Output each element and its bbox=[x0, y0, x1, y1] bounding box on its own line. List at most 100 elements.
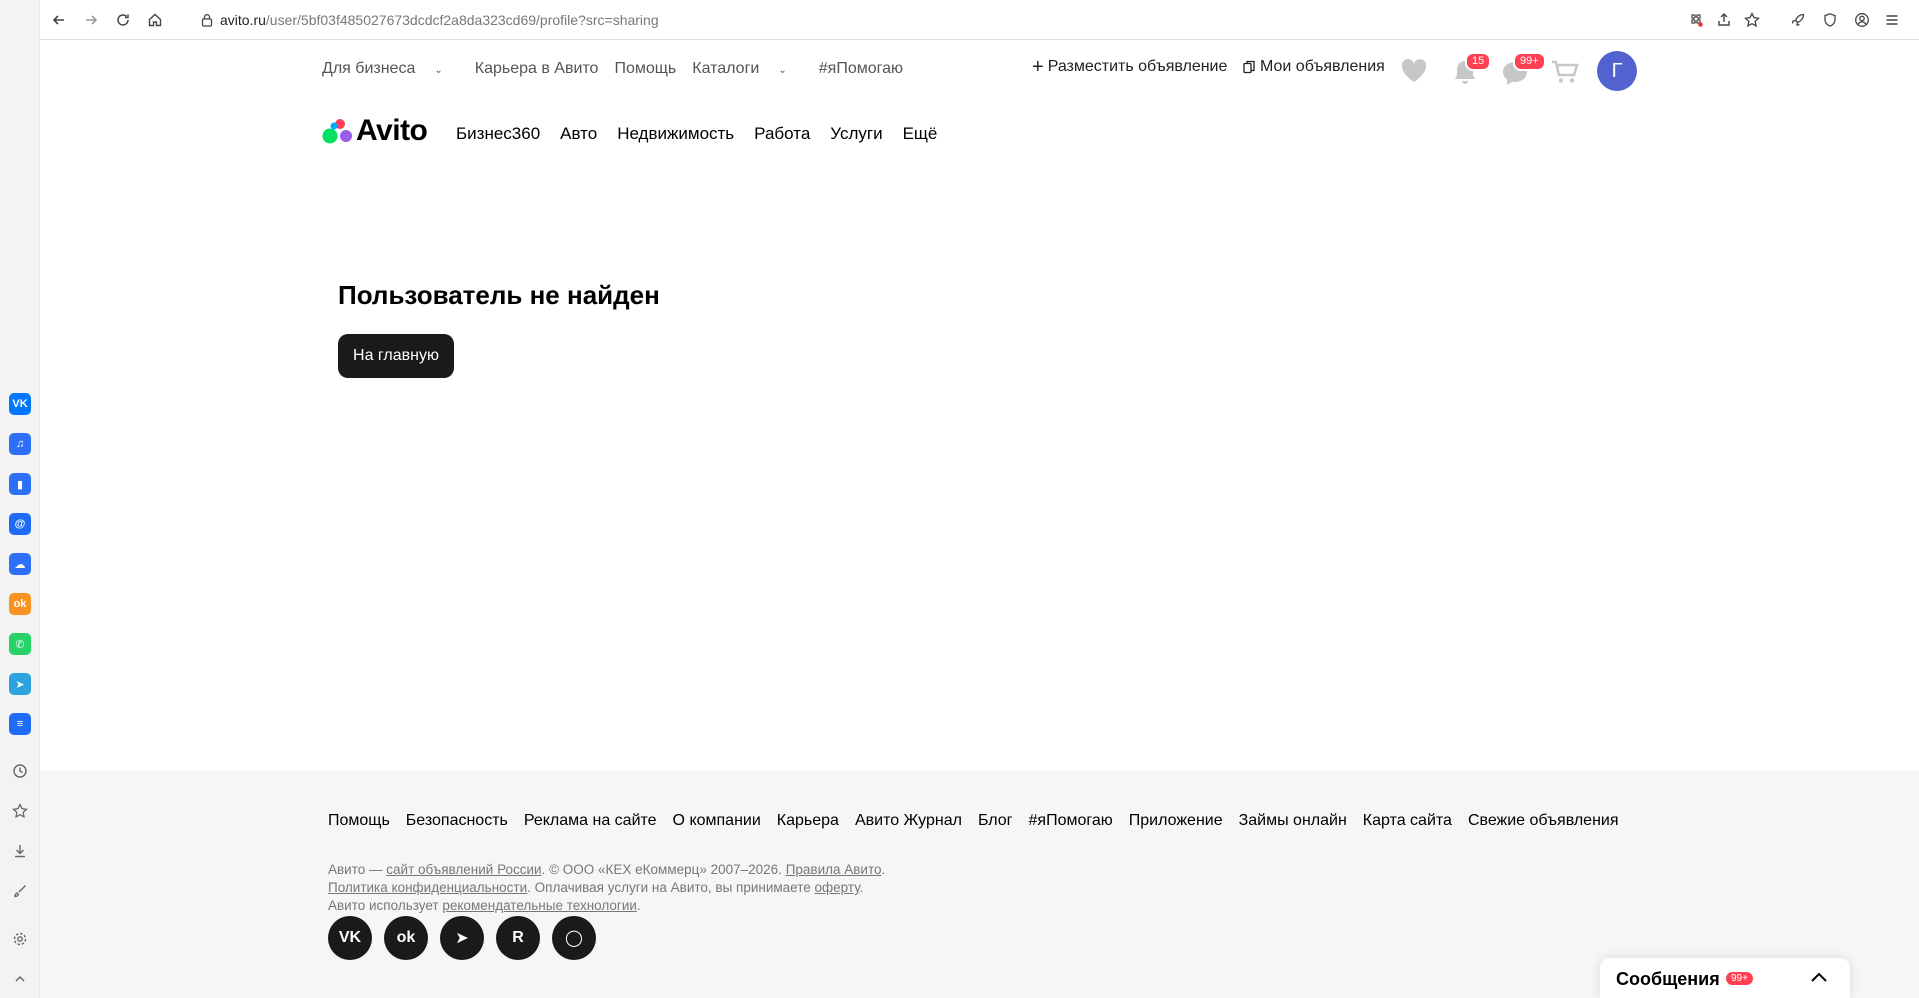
bookmarks-star-icon[interactable] bbox=[10, 801, 30, 821]
user-avatar[interactable]: Г bbox=[1597, 51, 1637, 91]
downloads-icon[interactable] bbox=[10, 841, 30, 861]
page-title: Пользователь не найден bbox=[338, 280, 660, 310]
lock-icon bbox=[200, 13, 214, 27]
footer-link-sitemap[interactable]: Карта сайта bbox=[1363, 812, 1452, 830]
social-rutube-icon[interactable]: R bbox=[496, 916, 540, 960]
music-app-icon[interactable]: ♫ bbox=[9, 433, 31, 455]
footer-link-fresh-ads[interactable]: Свежие объявления bbox=[1468, 812, 1619, 830]
topnav-for-business[interactable]: Для бизнеса ⌄ bbox=[322, 60, 459, 78]
shield-icon[interactable] bbox=[1820, 10, 1840, 30]
avito-dots-logo-icon bbox=[322, 119, 352, 144]
avito-logo[interactable]: Avito bbox=[322, 114, 428, 148]
footer-text: Авито использует bbox=[328, 898, 443, 913]
footer-link-ya-pomogayu[interactable]: #яПомогаю bbox=[1029, 812, 1113, 830]
extension-icon[interactable] bbox=[1686, 10, 1706, 30]
vk-app-label: VK bbox=[12, 398, 28, 410]
whatsapp-app-label: ✆ bbox=[15, 638, 25, 651]
footer-link-help[interactable]: Помощь bbox=[328, 812, 390, 830]
footer-link-career[interactable]: Карьера bbox=[777, 812, 839, 830]
category-nav: Бизнес360 Авто Недвижимость Работа Услуг… bbox=[456, 124, 957, 144]
footer-legal-line-1: Авито — сайт объявлений России. © ООО «К… bbox=[328, 862, 885, 877]
messages-bubble-icon[interactable]: 99+ bbox=[1501, 52, 1546, 91]
whatsapp-app-icon[interactable]: ✆ bbox=[9, 633, 31, 655]
footer-link-rules[interactable]: Правила Авито bbox=[786, 862, 882, 877]
back-arrow-icon[interactable] bbox=[49, 10, 69, 30]
notifications-badge: 15 bbox=[1465, 52, 1492, 71]
stats-app-icon[interactable]: ▮ bbox=[9, 473, 31, 495]
category-biznes360[interactable]: Бизнес360 bbox=[456, 124, 540, 144]
footer-link-recommendations[interactable]: рекомендательные технологии bbox=[442, 898, 637, 913]
social-telegram-label: ➤ bbox=[455, 930, 469, 947]
my-ads-link[interactable]: Мои объявления bbox=[1243, 58, 1385, 76]
footer-link-app[interactable]: Приложение bbox=[1129, 812, 1223, 830]
favorites-heart-icon[interactable] bbox=[1400, 58, 1428, 89]
footer-link-classifieds[interactable]: сайт объявлений России bbox=[386, 862, 541, 877]
plus-icon: + bbox=[1032, 56, 1044, 78]
mail-app-label: @ bbox=[14, 518, 26, 530]
brush-icon[interactable] bbox=[10, 881, 30, 901]
topnav-catalogs[interactable]: Каталоги ⌄ bbox=[692, 60, 803, 78]
settings-gear-icon[interactable] bbox=[10, 929, 30, 949]
category-jobs[interactable]: Работа bbox=[754, 124, 810, 144]
forward-arrow-icon[interactable] bbox=[81, 10, 101, 30]
notifications-bell-icon[interactable]: 15 bbox=[1452, 52, 1492, 91]
browser-sidebar: VK ♫ ▮ @ ☁ ok ✆ ➤ ≡ bbox=[0, 0, 40, 998]
footer-link-journal[interactable]: Авито Журнал bbox=[855, 812, 962, 830]
footer-link-loans[interactable]: Займы онлайн bbox=[1239, 812, 1347, 830]
logo-text: Avito bbox=[356, 114, 428, 147]
menu-hamburger-icon[interactable] bbox=[1882, 10, 1902, 30]
topnav-help[interactable]: Помощь bbox=[614, 60, 676, 78]
cart-icon[interactable] bbox=[1551, 59, 1579, 90]
history-icon[interactable] bbox=[10, 761, 30, 781]
reload-icon[interactable] bbox=[113, 10, 133, 30]
social-dzen-icon[interactable]: ◯ bbox=[552, 916, 596, 960]
social-vk-icon[interactable]: VK bbox=[328, 916, 372, 960]
footer-link-ads[interactable]: Реклама на сайте bbox=[524, 812, 657, 830]
top-utility-nav: Для бизнеса ⌄ Карьера в Авито Помощь Ката… bbox=[322, 60, 919, 78]
chevron-down-icon: ⌄ bbox=[434, 65, 443, 76]
category-realty[interactable]: Недвижимость bbox=[617, 124, 734, 144]
home-button[interactable]: На главную bbox=[338, 334, 454, 378]
topnav-ya-pomogayu[interactable]: #яПомогаю bbox=[819, 60, 903, 78]
my-ads-label: Мои объявления bbox=[1260, 58, 1385, 75]
collapse-chevron-up-icon[interactable] bbox=[10, 969, 30, 989]
topnav-career[interactable]: Карьера в Авито bbox=[475, 60, 599, 78]
bookmark-star-icon[interactable] bbox=[1742, 10, 1762, 30]
footer-legal-line-2: Политика конфиденциальности. Оплачивая у… bbox=[328, 880, 863, 895]
share-icon[interactable] bbox=[1714, 10, 1734, 30]
url-path: /user/5bf03f485027673dcdcf2a8da323cd69/p… bbox=[265, 12, 659, 28]
social-ok-icon[interactable]: ok bbox=[384, 916, 428, 960]
category-more[interactable]: Ещё bbox=[903, 124, 938, 144]
cloud-app-icon[interactable]: ☁ bbox=[9, 553, 31, 575]
category-auto[interactable]: Авто bbox=[560, 124, 597, 144]
footer-links: Помощь Безопасность Реклама на сайте О к… bbox=[328, 812, 1635, 830]
chevron-down-icon: ⌄ bbox=[778, 65, 787, 76]
footer-text: . © ООО «КЕХ еКоммерц» 2007–2026. bbox=[541, 862, 786, 877]
telegram-app-icon[interactable]: ➤ bbox=[9, 673, 31, 695]
footer-link-about[interactable]: О компании bbox=[673, 812, 761, 830]
cloud-app-label: ☁ bbox=[14, 558, 26, 571]
topnav-for-business-label: Для бизнеса bbox=[322, 60, 416, 77]
footer-link-security[interactable]: Безопасность bbox=[406, 812, 508, 830]
messages-panel[interactable]: Сообщения 99+ bbox=[1600, 958, 1850, 998]
social-dzen-label: ◯ bbox=[565, 930, 583, 947]
footer-text: . bbox=[636, 898, 641, 913]
ok-app-icon[interactable]: ok bbox=[9, 593, 31, 615]
footer-link-offer[interactable]: оферту bbox=[815, 880, 860, 895]
chevron-up-icon[interactable] bbox=[1810, 970, 1828, 989]
social-vk-label: VK bbox=[338, 929, 362, 946]
post-ad-link[interactable]: + Разместить объявление bbox=[1032, 56, 1227, 78]
footer-link-blog[interactable]: Блог bbox=[978, 812, 1013, 830]
account-circle-icon[interactable] bbox=[1852, 10, 1872, 30]
music-app-label: ♫ bbox=[15, 438, 25, 450]
vk-app-icon[interactable]: VK bbox=[9, 393, 31, 415]
rocket-icon[interactable] bbox=[1788, 10, 1808, 30]
mail-app-icon[interactable]: @ bbox=[9, 513, 31, 535]
home-icon[interactable] bbox=[145, 10, 165, 30]
category-services[interactable]: Услуги bbox=[830, 124, 882, 144]
social-telegram-icon[interactable]: ➤ bbox=[440, 916, 484, 960]
footer-link-privacy[interactable]: Политика конфиденциальности bbox=[328, 880, 527, 895]
list-app-icon[interactable]: ≡ bbox=[9, 713, 31, 735]
address-bar[interactable]: avito.ru/user/5bf03f485027673dcdcf2a8da3… bbox=[200, 8, 659, 32]
footer-text: . bbox=[881, 862, 886, 877]
